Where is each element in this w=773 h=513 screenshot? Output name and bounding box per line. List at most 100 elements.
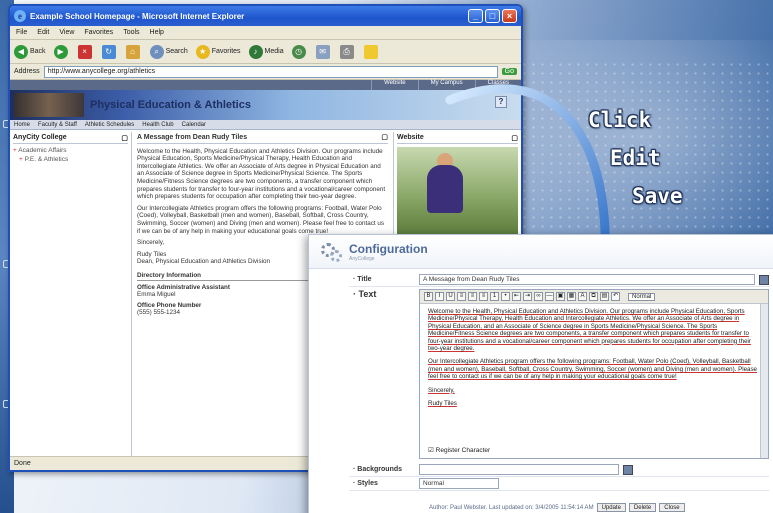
configuration-subtitle: AnyCollege <box>349 255 375 262</box>
link-icon[interactable]: ∞ <box>534 292 543 301</box>
configuration-footer: Author: Paul Webster. Last updated on: 3… <box>429 503 685 512</box>
minimize-button[interactable]: _ <box>468 9 483 23</box>
outdent-icon[interactable]: ⇤ <box>512 292 521 301</box>
nav-home[interactable]: Home <box>14 122 30 128</box>
menu-edit[interactable]: Edit <box>37 29 49 36</box>
left-panel-title: AnyCity College <box>13 134 67 141</box>
bold-icon[interactable]: B <box>424 292 433 301</box>
ordered-list-icon[interactable]: 1 <box>490 292 499 301</box>
checkbox-icon[interactable]: ☑ <box>428 447 434 454</box>
panel-menu-icon[interactable]: ▢ <box>121 134 128 142</box>
title-row: Title A Message from Dean Rudy Tiles <box>349 273 769 287</box>
copy-icon[interactable]: ⧉ <box>589 292 598 301</box>
callout-save: Save <box>632 184 683 208</box>
ie-logo-icon: e <box>14 10 26 22</box>
favorites-button[interactable]: ★ Favorites <box>195 44 241 59</box>
underline-icon[interactable]: U <box>446 292 455 301</box>
editor-paragraph: Welcome to the Health, Physical Educatio… <box>428 308 751 353</box>
tree-item-pe-athletics[interactable]: P.E. & Athletics <box>13 155 128 164</box>
text-color-icon[interactable]: A <box>578 292 587 301</box>
folder-button[interactable] <box>363 44 380 59</box>
styles-select[interactable]: Normal <box>419 478 499 489</box>
stop-button[interactable]: × <box>77 44 94 59</box>
maximize-button[interactable]: □ <box>485 9 500 23</box>
left-panel: AnyCity College ▢ Academic Affairs P.E. &… <box>10 132 132 456</box>
menu-favorites[interactable]: Favorites <box>84 29 113 36</box>
forward-arrow-icon: ▶ <box>53 44 68 59</box>
main-panel-title: A Message from Dean Rudy Tiles <box>137 134 248 141</box>
back-button[interactable]: ◀ Back <box>14 44 46 59</box>
folder-icon <box>363 44 378 59</box>
banner-photo <box>14 93 84 117</box>
top-link-website[interactable]: Website <box>371 80 418 90</box>
left-panel-header: AnyCity College ▢ <box>13 134 128 144</box>
menu-tools[interactable]: Tools <box>123 29 139 36</box>
address-input[interactable]: http://www.anycollege.org/athletics <box>43 65 498 78</box>
browser-titlebar[interactable]: e Example School Homepage - Microsoft In… <box>10 6 521 26</box>
forward-button[interactable]: ▶ <box>53 44 70 59</box>
history-button[interactable]: ◷ <box>291 44 308 59</box>
home-button[interactable]: ⌂ <box>125 44 142 59</box>
title-input[interactable]: A Message from Dean Rudy Tiles <box>419 274 755 285</box>
mail-button[interactable]: ✉ <box>315 44 332 59</box>
configuration-title-group: Configuration AnyCollege <box>349 242 428 262</box>
editor-paragraph: Rudy Tiles <box>428 400 457 408</box>
format-select[interactable]: Normal <box>628 292 656 301</box>
delete-button[interactable]: Delete <box>628 503 657 512</box>
title-label: Title <box>349 276 419 283</box>
menu-view[interactable]: View <box>59 29 74 36</box>
image-icon[interactable]: ▣ <box>556 292 565 301</box>
editor-content[interactable]: Welcome to the Health, Physical Educatio… <box>420 304 768 432</box>
refresh-button[interactable]: ↻ <box>101 44 118 59</box>
close-button[interactable]: × <box>502 9 517 23</box>
register-character-label: Register Character <box>435 447 491 454</box>
close-dialog-button[interactable]: Close <box>659 503 685 512</box>
indent-icon[interactable]: ⇥ <box>523 292 532 301</box>
menu-help[interactable]: Help <box>150 29 164 36</box>
configuration-header: Configuration AnyCollege <box>309 235 773 269</box>
browser-menubar: File Edit View Favorites Tools Help <box>10 26 521 40</box>
editor-scrollbar[interactable] <box>760 304 768 458</box>
panel-menu-icon[interactable]: ▢ <box>381 134 388 142</box>
backgrounds-input[interactable] <box>419 464 619 475</box>
update-button[interactable]: Update <box>596 503 626 512</box>
editor-toolbar: B I U ≡ ≡ ≡ 1 • ⇤ ⇥ ∞ — ▣ ▦ A ⧉ ▤ ↶ Norm… <box>420 290 768 304</box>
nav-health-club[interactable]: Health Club <box>142 122 173 128</box>
media-button[interactable]: ♪ Media <box>248 44 284 59</box>
table-icon[interactable]: ▦ <box>567 292 576 301</box>
nav-calendar[interactable]: Calendar <box>182 122 206 128</box>
stop-icon: × <box>77 44 92 59</box>
horizontal-rule-icon[interactable]: — <box>545 292 554 301</box>
nav-schedules[interactable]: Athletic Schedules <box>85 122 134 128</box>
rich-text-editor[interactable]: B I U ≡ ≡ ≡ 1 • ⇤ ⇥ ∞ — ▣ ▦ A ⧉ ▤ ↶ Norm… <box>419 289 769 459</box>
nav-faculty[interactable]: Faculty & Staff <box>38 122 77 128</box>
search-button[interactable]: ⌕ Search <box>149 44 188 59</box>
menu-file[interactable]: File <box>16 29 27 36</box>
banner-title: Physical Education & Athletics <box>90 99 251 111</box>
configuration-dialog: Configuration AnyCollege Title A Message… <box>308 234 773 513</box>
align-right-icon[interactable]: ≡ <box>479 292 488 301</box>
italic-icon[interactable]: I <box>435 292 444 301</box>
home-icon: ⌂ <box>125 44 140 59</box>
styles-label: Styles <box>349 480 419 487</box>
paste-icon[interactable]: ▤ <box>600 292 609 301</box>
callout-edit: Edit <box>610 146 661 170</box>
callout-click: Click <box>588 108 652 132</box>
tree-item-academic-affairs[interactable]: Academic Affairs <box>13 146 128 155</box>
address-label: Address <box>14 68 40 75</box>
align-center-icon[interactable]: ≡ <box>468 292 477 301</box>
backgrounds-label: Backgrounds <box>349 466 419 473</box>
register-character-option[interactable]: ☑ Register Character <box>428 446 490 454</box>
text-label: Text <box>349 289 419 459</box>
backgrounds-picker-icon[interactable] <box>623 464 633 475</box>
backgrounds-row: Backgrounds <box>349 463 769 477</box>
bullet-list-icon[interactable]: • <box>501 292 510 301</box>
undo-icon[interactable]: ↶ <box>611 292 620 301</box>
print-button[interactable]: ⎙ <box>339 44 356 59</box>
title-picker-icon[interactable] <box>759 274 769 285</box>
align-left-icon[interactable]: ≡ <box>457 292 466 301</box>
left-tree: Academic Affairs P.E. & Athletics <box>13 146 128 164</box>
configuration-form: Title A Message from Dean Rudy Tiles Tex… <box>349 273 769 491</box>
search-icon: ⌕ <box>149 44 164 59</box>
main-panel-header: A Message from Dean Rudy Tiles ▢ <box>137 134 388 144</box>
